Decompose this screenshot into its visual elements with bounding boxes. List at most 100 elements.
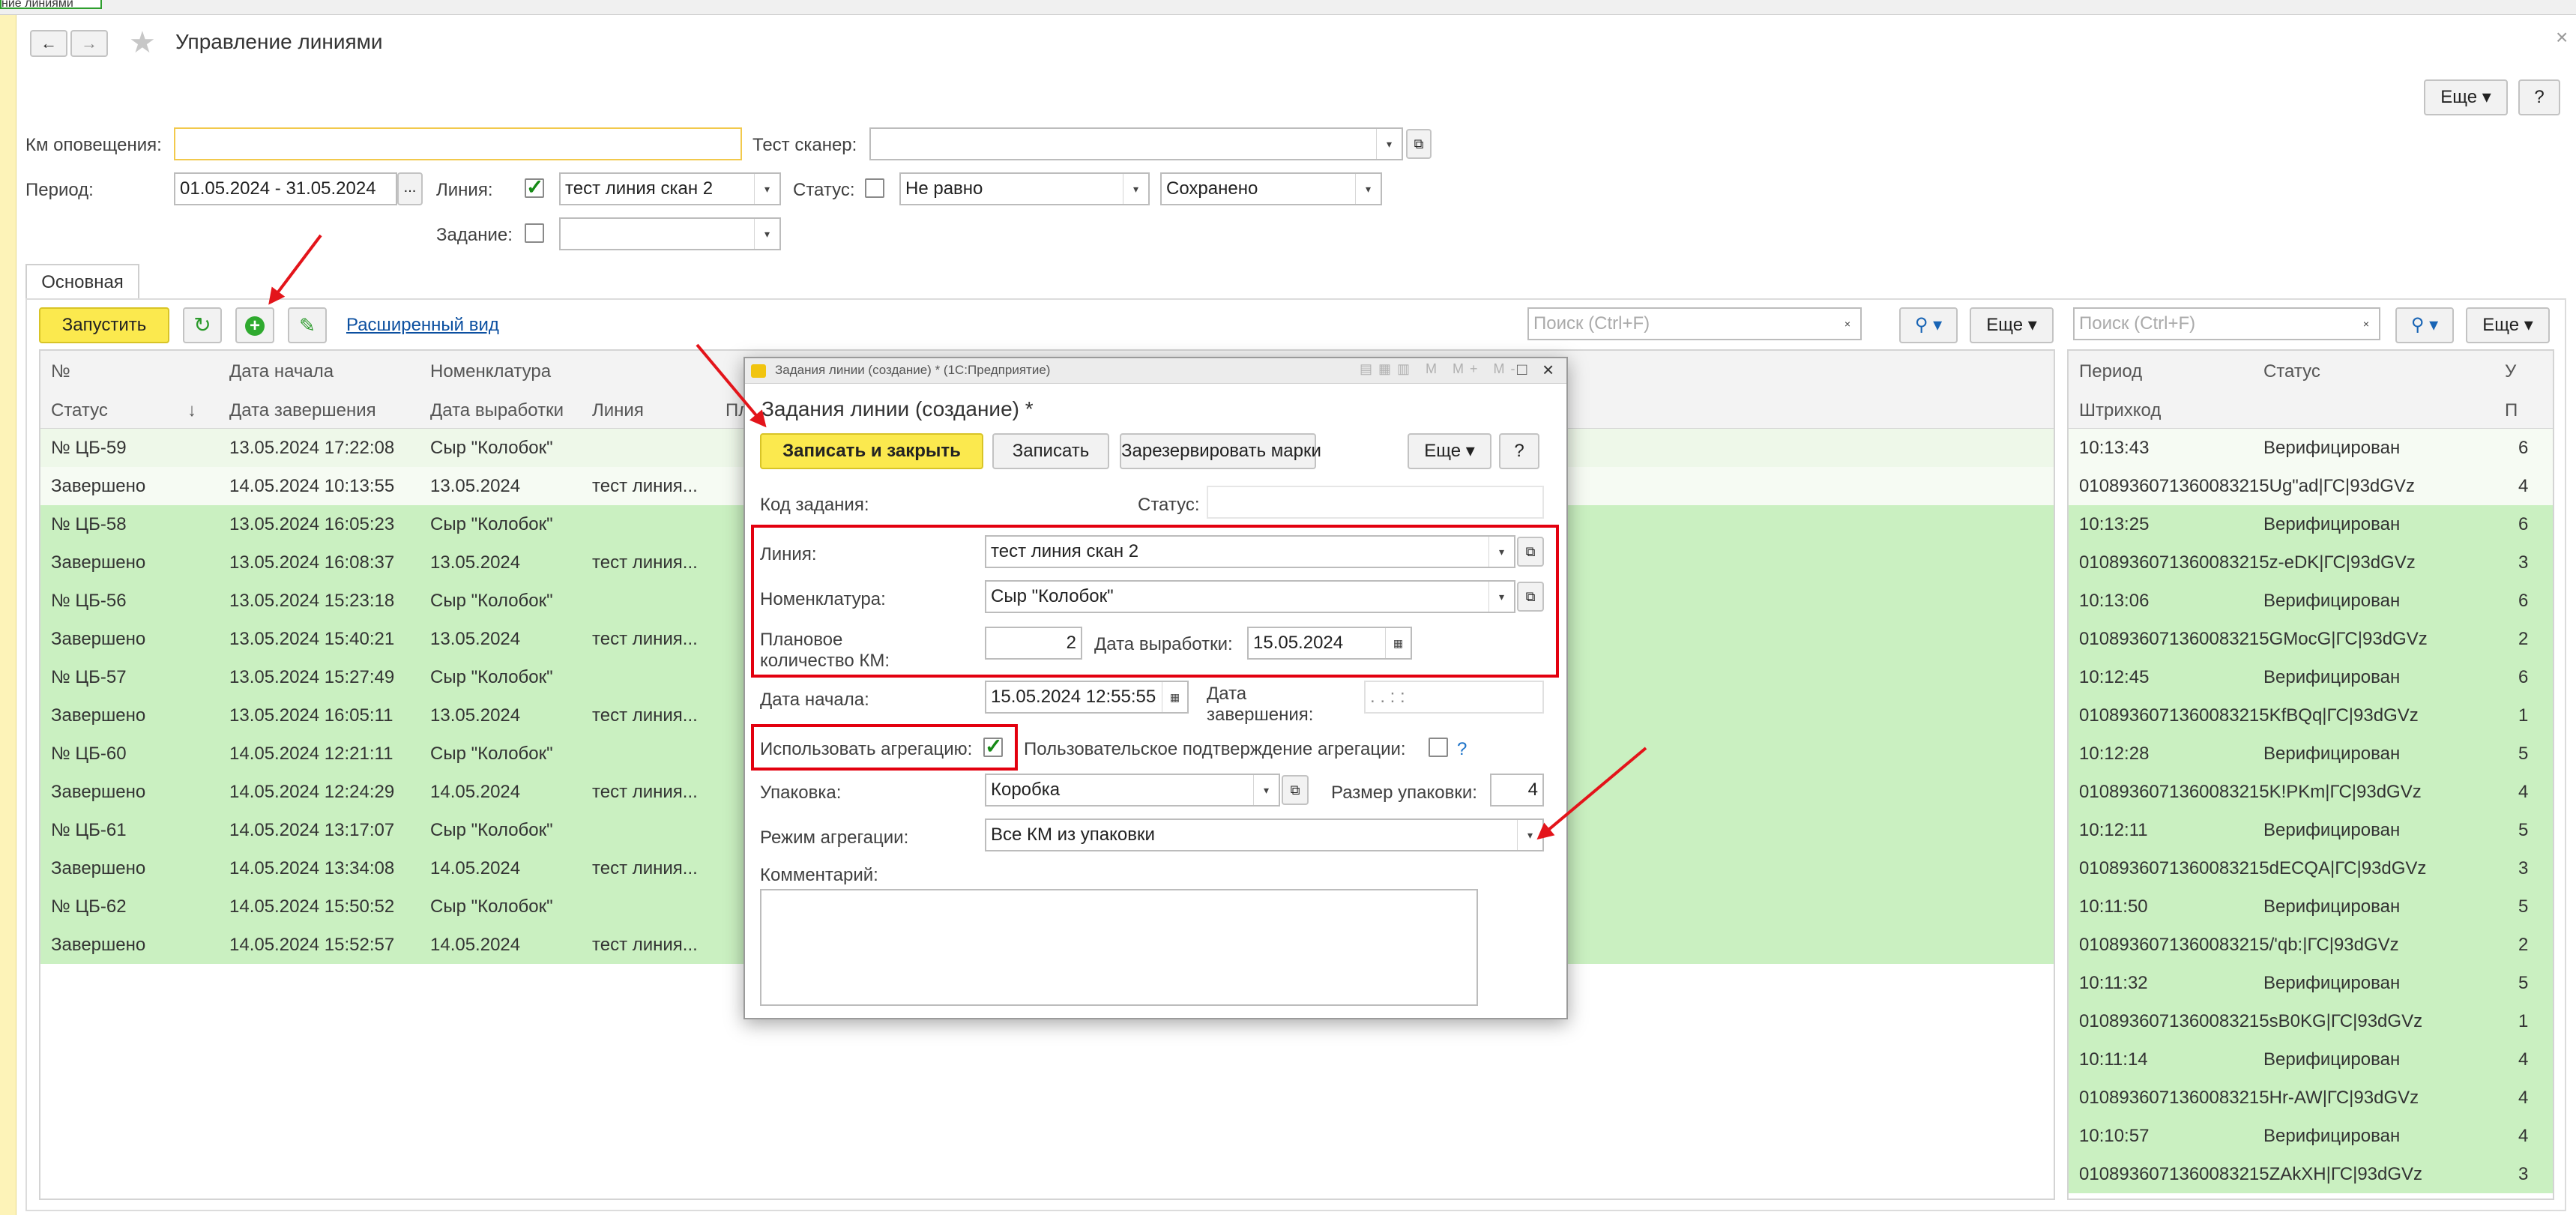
save-button[interactable]: Записать bbox=[992, 433, 1109, 469]
user-confirm-checkbox[interactable] bbox=[1429, 738, 1448, 757]
col-status[interactable]: Статус bbox=[51, 400, 108, 421]
clear-icon[interactable]: × bbox=[2353, 309, 2379, 339]
km-input[interactable] bbox=[174, 127, 742, 160]
maximize-icon[interactable]: □ bbox=[1517, 360, 1527, 379]
extended-view-link[interactable]: Расширенный вид bbox=[346, 315, 499, 336]
table-row[interactable]: 10:12:11 Верифицирован 5 bbox=[2069, 811, 2553, 849]
table-row[interactable]: 0108936071360083215Ug"ad|ГС|93dGVz 4 bbox=[2069, 467, 2553, 505]
table-row[interactable]: 10:10:57 Верифицирован 4 bbox=[2069, 1117, 2553, 1155]
forward-button[interactable]: → bbox=[70, 30, 108, 57]
window-help-button[interactable]: ? bbox=[2518, 79, 2560, 115]
pack-open-button[interactable]: ⧉ bbox=[1282, 775, 1309, 805]
table-cell: Сыр "Колобок" bbox=[430, 514, 553, 534]
end-date-label-2: завершения: bbox=[1207, 705, 1314, 725]
table-row[interactable]: 0108936071360083215GMocG|ГС|93dGVz 2 bbox=[2069, 620, 2553, 658]
scanner-label: Тест сканер: bbox=[752, 135, 857, 155]
table-row[interactable]: 10:13:06 Верифицирован 6 bbox=[2069, 582, 2553, 620]
chevron-down-icon[interactable]: ▾ bbox=[754, 174, 779, 204]
col-number[interactable]: № bbox=[51, 361, 70, 382]
right-more-button[interactable]: Еще ▾ bbox=[2466, 307, 2550, 343]
dialog-titlebar[interactable]: Задания линии (создание) * (1С:Предприят… bbox=[745, 358, 1566, 384]
add-button[interactable]: + bbox=[235, 307, 274, 343]
col-p[interactable]: П bbox=[2505, 400, 2518, 421]
col-u[interactable]: У bbox=[2505, 361, 2516, 382]
table-row[interactable]: 0108936071360083215/'qb:|ГС|93dGVz 2 bbox=[2069, 926, 2553, 964]
col-start-date[interactable]: Дата начала bbox=[229, 361, 334, 382]
table-row[interactable]: 0108936071360083215Hr-AW|ГС|93dGVz 4 bbox=[2069, 1079, 2553, 1117]
table-cell: Верифицирован bbox=[2263, 1126, 2401, 1146]
chevron-down-icon[interactable]: ▾ bbox=[1376, 129, 1402, 159]
task-input[interactable]: ▾ bbox=[559, 217, 781, 250]
scanner-open-button[interactable]: ⧉ bbox=[1406, 129, 1432, 159]
table-row[interactable]: 10:11:50 Верифицирован 5 bbox=[2069, 887, 2553, 926]
help-icon[interactable]: ? bbox=[1457, 739, 1467, 760]
table-cell: 1 bbox=[2518, 705, 2529, 726]
table-cell: Завершено bbox=[51, 782, 146, 802]
chevron-down-icon[interactable]: ▾ bbox=[1355, 174, 1381, 204]
edit-button[interactable]: ✎ bbox=[288, 307, 327, 343]
dialog-more-button[interactable]: Еще ▾ bbox=[1408, 433, 1491, 469]
reserve-marks-button[interactable]: Зарезервировать марки bbox=[1120, 433, 1321, 469]
right-search-input[interactable]: Поиск (Ctrl+F) × bbox=[2073, 307, 2380, 340]
line-checkbox[interactable]: ✓ bbox=[525, 177, 544, 198]
right-table[interactable]: Период Статус У Штрихкод П 10:13:43 Вериф… bbox=[2067, 349, 2554, 1200]
clear-icon[interactable]: × bbox=[1835, 309, 1860, 339]
status-value-select[interactable]: Сохранено ▾ bbox=[1160, 172, 1382, 205]
col-end-date[interactable]: Дата завершения bbox=[229, 400, 376, 421]
period-select-button[interactable]: ... bbox=[397, 172, 423, 205]
table-cell: 10:13:06 bbox=[2079, 591, 2150, 611]
col-prod-date[interactable]: Дата выработки bbox=[430, 400, 564, 421]
table-row[interactable]: 0108936071360083215ZAkXH|ГС|93dGVz 3 bbox=[2069, 1155, 2553, 1193]
table-cell: Верифицирован bbox=[2263, 1049, 2401, 1070]
right-search-button[interactable]: ⚲ ▾ bbox=[2395, 307, 2454, 343]
end-date-input[interactable]: . . : : bbox=[1364, 681, 1544, 714]
table-row[interactable]: 10:12:45 Верифицирован 6 bbox=[2069, 658, 2553, 696]
window-more-button[interactable]: Еще ▾ bbox=[2424, 79, 2508, 115]
table-row[interactable]: 10:11:14 Верифицирован 4 bbox=[2069, 1040, 2553, 1079]
save-close-button[interactable]: Записать и закрыть bbox=[760, 433, 983, 469]
pack-input[interactable]: Коробка ▾ bbox=[985, 774, 1280, 807]
aggregation-mode-select[interactable]: Все КМ из упаковки ▾ bbox=[985, 818, 1544, 851]
col-barcode[interactable]: Штрихкод bbox=[2079, 400, 2161, 421]
main-search-input[interactable]: Поиск (Ctrl+F) × bbox=[1527, 307, 1862, 340]
table-row[interactable]: 0108936071360083215K!PKm|ГС|93dGVz 4 bbox=[2069, 773, 2553, 811]
start-date-input[interactable]: 15.05.2024 12:55:55 ▦ bbox=[985, 681, 1189, 714]
close-icon[interactable]: × bbox=[1542, 358, 1554, 382]
table-row[interactable]: 10:11:32 Верифицирован 5 bbox=[2069, 964, 2553, 1002]
pack-size-input[interactable]: 4 bbox=[1490, 774, 1544, 807]
main-more-button[interactable]: Еще ▾ bbox=[1970, 307, 2054, 343]
table-row[interactable]: 0108936071360083215KfBQq|ГС|93dGVz 1 bbox=[2069, 696, 2553, 735]
run-button[interactable]: Запустить bbox=[39, 307, 169, 343]
col-line[interactable]: Линия bbox=[592, 400, 644, 421]
window-tab[interactable]: ние линиями bbox=[0, 0, 102, 9]
back-button[interactable]: ← bbox=[30, 30, 67, 57]
scanner-input[interactable]: ▾ bbox=[869, 127, 1403, 160]
table-row[interactable]: 10:13:43 Верифицирован 6 bbox=[2069, 429, 2553, 467]
refresh-icon[interactable]: ↻ bbox=[183, 307, 222, 343]
comment-textarea[interactable] bbox=[760, 889, 1478, 1006]
task-checkbox[interactable] bbox=[525, 223, 544, 243]
table-row[interactable]: 0108936071360083215z-eDK|ГС|93dGVz 3 bbox=[2069, 543, 2553, 582]
chevron-down-icon[interactable]: ▾ bbox=[754, 219, 779, 249]
favorite-star-icon[interactable]: ★ bbox=[129, 25, 156, 60]
main-search-button[interactable]: ⚲ ▾ bbox=[1899, 307, 1958, 343]
table-row[interactable]: 10:12:28 Верифицирован 5 bbox=[2069, 735, 2553, 773]
table-row[interactable]: 0108936071360083215dECQA|ГС|93dGVz 3 bbox=[2069, 849, 2553, 887]
table-row[interactable]: 0108936071360083215sB0KG|ГС|93dGVz 1 bbox=[2069, 1002, 2553, 1040]
line-filter-input[interactable]: тест линия скан 2 ▾ bbox=[559, 172, 781, 205]
dialog-help-button[interactable]: ? bbox=[1499, 433, 1539, 469]
add-circle-icon: + bbox=[245, 316, 265, 336]
col-period[interactable]: Период bbox=[2079, 361, 2142, 382]
tab-main[interactable]: Основная bbox=[25, 264, 139, 300]
close-icon[interactable]: × bbox=[2556, 25, 2568, 49]
status-condition-select[interactable]: Не равно ▾ bbox=[899, 172, 1150, 205]
col-nomenclature[interactable]: Номенклатура bbox=[430, 361, 551, 382]
chevron-down-icon[interactable]: ▾ bbox=[1123, 174, 1148, 204]
table-row[interactable]: 10:13:25 Верифицирован 6 bbox=[2069, 505, 2553, 543]
calendar-icon[interactable]: ▦ bbox=[1162, 682, 1187, 712]
table-cell: 10:12:28 bbox=[2079, 744, 2150, 764]
col-status[interactable]: Статус bbox=[2263, 361, 2320, 382]
status-checkbox[interactable] bbox=[865, 178, 884, 198]
chevron-down-icon[interactable]: ▾ bbox=[1253, 775, 1279, 805]
period-input[interactable]: 01.05.2024 - 31.05.2024 bbox=[174, 172, 397, 205]
